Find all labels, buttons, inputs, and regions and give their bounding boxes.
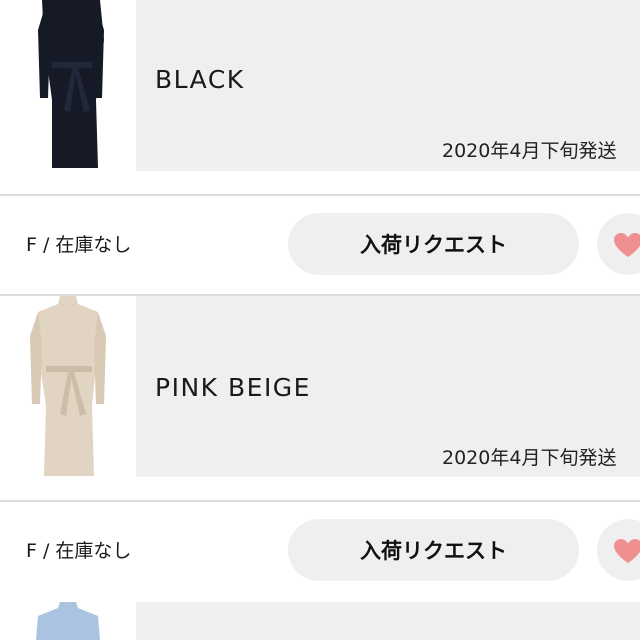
product-image-black (0, 0, 136, 171)
restock-request-button[interactable]: 入荷リクエスト (288, 213, 579, 275)
restock-request-button[interactable]: 入荷リクエスト (288, 519, 579, 581)
size-stock-label: F / 在庫なし (26, 540, 132, 562)
variant-info-panel (136, 602, 640, 640)
shipping-date: 2020年4月下旬発送 (442, 140, 617, 162)
product-image-light-blue (0, 602, 136, 640)
variant-info-panel: PINK BEIGE 2020年4月下旬発送 (136, 296, 640, 477)
color-name: BLACK (155, 65, 245, 94)
color-variant-black: BLACK 2020年4月下旬発送 (0, 0, 640, 171)
favorite-button[interactable] (597, 519, 640, 581)
favorite-button[interactable] (597, 213, 640, 275)
product-image-pink-beige (0, 296, 136, 477)
color-variant-pink-beige: PINK BEIGE 2020年4月下旬発送 (0, 296, 640, 477)
shipping-date: 2020年4月下旬発送 (442, 447, 617, 469)
variant-info-panel: BLACK 2020年4月下旬発送 (136, 0, 640, 171)
size-row: F / 在庫なし 入荷リクエスト (0, 502, 640, 600)
color-variant-light-blue (0, 602, 640, 640)
heart-icon (614, 539, 640, 563)
size-row: F / 在庫なし 入荷リクエスト (0, 196, 640, 294)
size-stock-label: F / 在庫なし (26, 234, 132, 256)
heart-icon (614, 233, 640, 257)
color-name: PINK BEIGE (155, 373, 311, 402)
